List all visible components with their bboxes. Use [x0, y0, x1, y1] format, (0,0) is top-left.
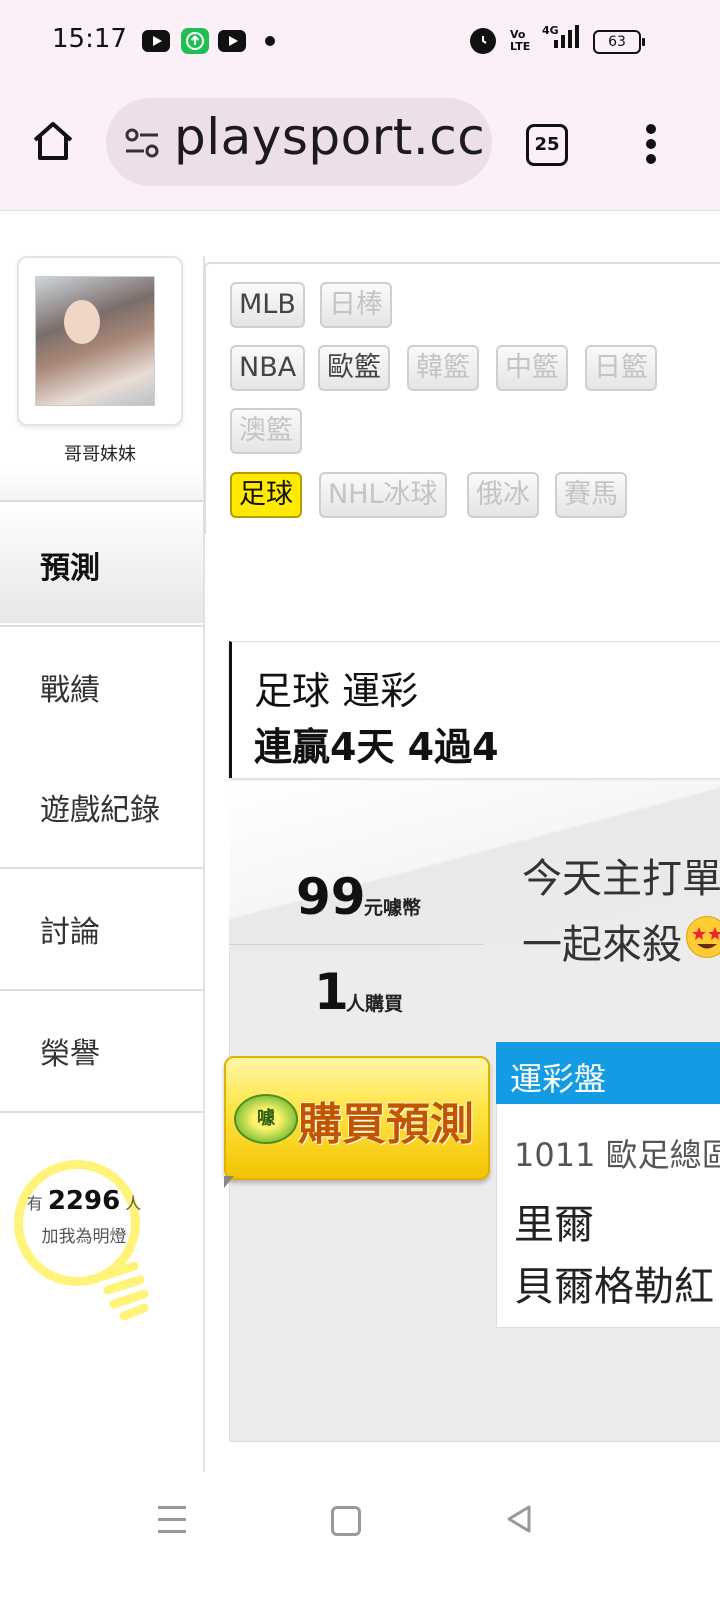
- tag-mlb[interactable]: MLB: [230, 282, 305, 328]
- buyers-count: 1: [314, 963, 349, 1021]
- sidebar-item-label: 遊戲紀錄: [40, 793, 160, 828]
- star-eyes-emoji-icon: [686, 916, 720, 958]
- sidebar-item-game-history[interactable]: 遊戲紀錄: [0, 747, 204, 869]
- coin-icon: 噱: [234, 1094, 298, 1144]
- avatar[interactable]: [35, 276, 155, 406]
- tag-australia-basketball[interactable]: 澳籃: [230, 408, 302, 454]
- avatar-face: [64, 300, 100, 344]
- tag-horse-racing[interactable]: 賽馬: [555, 472, 627, 518]
- youtube-icon: [218, 30, 246, 52]
- notification-dot-icon: [265, 36, 275, 46]
- game-info[interactable]: 1011 歐足總區: [514, 1130, 720, 1176]
- sidebar-item-label: 戰績: [40, 673, 100, 708]
- system-nav-bar: [0, 1472, 720, 1604]
- team-away[interactable]: 貝爾格勒紅: [514, 1254, 714, 1312]
- more-menu-icon[interactable]: [644, 124, 658, 164]
- fans-count: 有 2296 人: [22, 1186, 146, 1216]
- prediction-streak: 連贏4天 4過4: [254, 725, 499, 769]
- fans-caption[interactable]: 加我為明燈: [22, 1222, 146, 1247]
- home-icon[interactable]: [30, 118, 76, 164]
- tag-euro-basketball[interactable]: 歐籃: [318, 345, 390, 391]
- tag-soccer[interactable]: 足球: [230, 472, 302, 518]
- system-home-icon[interactable]: [331, 1506, 361, 1536]
- green-app-icon: [181, 28, 209, 54]
- fans-prefix: 有: [26, 1194, 43, 1213]
- tag-korea-basketball[interactable]: 韓籃: [407, 345, 479, 391]
- sidebar-item-record[interactable]: 戰績: [0, 625, 204, 749]
- prediction-headline-line1[interactable]: 今天主打單: [522, 846, 720, 904]
- category-tags-panel: MLB 日棒 NBA 歐籃 韓籃 中籃 日籃 澳籃 足球 NHL冰球 俄冰 賽馬: [204, 262, 720, 534]
- price-value: 99: [296, 868, 366, 926]
- tag-nba[interactable]: NBA: [230, 345, 306, 391]
- signal-icon: 4G: [542, 22, 582, 56]
- status-time: 15:17: [52, 24, 127, 54]
- tag-npb[interactable]: 日棒: [320, 282, 392, 328]
- back-icon[interactable]: [505, 1503, 533, 1535]
- site-settings-icon[interactable]: [124, 126, 160, 160]
- sidebar-item-honor[interactable]: 榮譽: [0, 991, 204, 1113]
- buy-prediction-label[interactable]: 購買預測: [298, 1088, 474, 1152]
- team-home[interactable]: 里爾: [514, 1192, 594, 1250]
- tag-russia-hockey[interactable]: 俄冰: [467, 472, 539, 518]
- network-type-label: 4G: [542, 24, 559, 37]
- sidebar-item-label: 預測: [40, 551, 100, 586]
- battery-icon: 63: [593, 30, 645, 54]
- prediction-headline-line2[interactable]: 一起來殺: [522, 912, 682, 970]
- tag-nhl[interactable]: NHL冰球: [319, 472, 447, 518]
- fans-suffix: 人: [125, 1194, 142, 1213]
- profile-section-bottom: [0, 470, 204, 502]
- market-header-label: 運彩盤: [510, 1060, 607, 1098]
- tag-japan-basketball[interactable]: 日籃: [585, 345, 657, 391]
- sidebar-item-label: 榮譽: [40, 1037, 100, 1072]
- sidebar-item-predict[interactable]: 預測: [0, 503, 204, 623]
- price-unit: 元噱幣: [364, 897, 422, 919]
- prediction-title: 足球 運彩: [254, 669, 419, 713]
- alarm-icon: [470, 28, 496, 54]
- lightbulb-base-icon: [96, 1261, 152, 1322]
- tag-china-basketball[interactable]: 中籃: [496, 345, 568, 391]
- youtube-icon: [142, 30, 170, 52]
- fans-number: 2296: [47, 1186, 121, 1216]
- recent-apps-icon[interactable]: [158, 1506, 186, 1534]
- market-header: 運彩盤: [496, 1042, 720, 1104]
- url-text[interactable]: playsport.cc: [174, 108, 485, 166]
- sidebar-item-discussion[interactable]: 討論: [0, 869, 204, 991]
- button-fold-decoration: [224, 1176, 234, 1188]
- buyers-unit: 人購買: [346, 993, 404, 1015]
- username[interactable]: 哥哥妹妹: [0, 440, 200, 466]
- price-divider: [229, 944, 483, 945]
- volte-icon: Vo LTE: [510, 28, 531, 53]
- sidebar-item-label: 討論: [40, 915, 100, 950]
- tabs-icon[interactable]: 25: [526, 124, 568, 166]
